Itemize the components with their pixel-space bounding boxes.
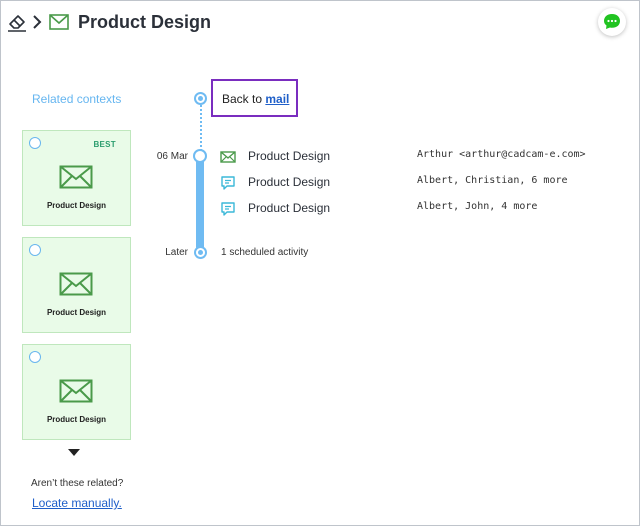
back-to-mail-link[interactable]: mail	[265, 92, 289, 106]
mail-icon	[59, 165, 93, 189]
context-radio[interactable]	[29, 244, 41, 256]
page-title: Product Design	[78, 12, 212, 32]
locate-manually-link[interactable]: Locate manually.	[32, 496, 122, 510]
chat-icon	[221, 202, 235, 216]
chat-icon	[221, 176, 235, 190]
timeline-node-later	[194, 246, 207, 259]
chevron-right-icon	[33, 15, 42, 29]
context-card-label: Product Design	[46, 308, 107, 317]
timeline-node-current	[194, 92, 207, 105]
mail-icon	[220, 151, 236, 163]
context-card[interactable]: Product Design	[22, 344, 131, 440]
activity-title: Product Design	[248, 149, 331, 163]
timeline-later-label: Later	[165, 247, 188, 258]
timeline-date-label: 06 Mar	[156, 151, 188, 162]
activity-participants: Arthur <arthur@cadcam-e.com>	[417, 149, 586, 160]
context-card[interactable]: BEST Product Design	[22, 130, 131, 226]
back-prefix: Back to	[222, 92, 263, 106]
context-radio[interactable]	[29, 351, 41, 363]
back-to-mail-box: Back to mail	[211, 79, 298, 117]
context-card[interactable]: Product Design	[22, 237, 131, 333]
context-radio[interactable]	[29, 137, 41, 149]
context-card-label: Product Design	[46, 415, 107, 424]
timeline-bar	[196, 158, 204, 250]
app-window: Product Design Related contexts BEST Pro…	[0, 0, 640, 526]
chat-button[interactable]	[598, 8, 626, 36]
best-badge: BEST	[93, 140, 116, 149]
mail-icon	[59, 272, 93, 296]
context-card-label: Product Design	[46, 201, 107, 210]
not-related-prompt: Aren’t these related?	[31, 478, 124, 489]
chat-bubble-icon	[604, 14, 620, 29]
activity-title: Product Design	[248, 201, 331, 215]
related-contexts-heading: Related contexts	[32, 92, 122, 106]
back-to-text: Back to mail	[222, 92, 289, 106]
mail-icon	[59, 379, 93, 403]
eraser-icon[interactable]	[7, 11, 27, 33]
activity-participants: Albert, Christian, 6 more	[417, 175, 568, 186]
show-more-arrow-icon[interactable]	[68, 449, 80, 456]
activity-participants: Albert, John, 4 more	[417, 201, 538, 212]
timeline-dotted-connector	[200, 105, 202, 151]
scheduled-activity-link[interactable]: 1 scheduled activity	[221, 247, 308, 258]
activity-title: Product Design	[248, 175, 331, 189]
mail-icon	[49, 14, 69, 30]
timeline-node-date	[193, 149, 207, 163]
